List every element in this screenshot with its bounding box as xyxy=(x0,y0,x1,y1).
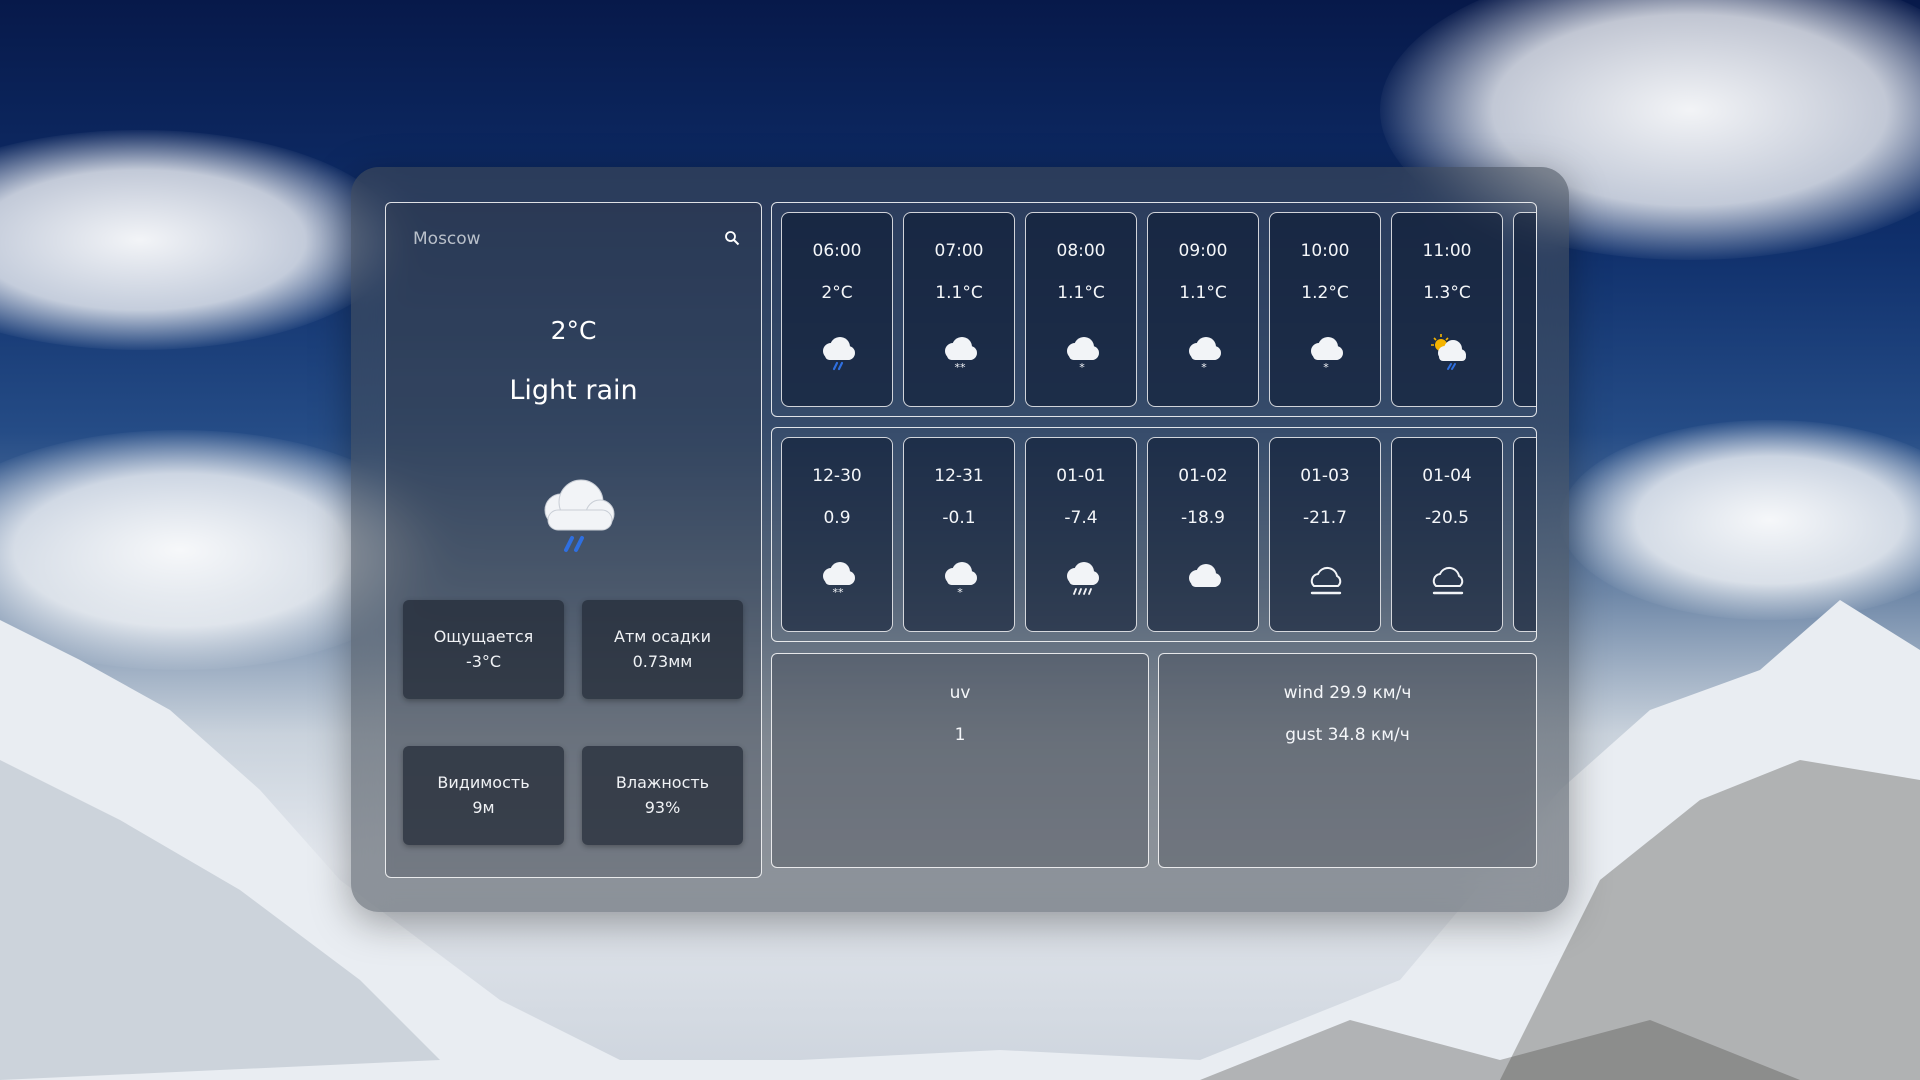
uv-label: uv xyxy=(949,683,971,703)
hour-time: 08:00 xyxy=(1056,241,1106,261)
wind-speed: wind 29.9 км/ч xyxy=(1283,683,1412,703)
daily-card[interactable]: 12-31 -0.1 * xyxy=(903,437,1015,632)
hour-time: 10:00 xyxy=(1300,241,1350,261)
stat-label: Влажность xyxy=(615,773,710,792)
day-date: 01-03 xyxy=(1300,466,1350,486)
cloud-light-snow-icon: * xyxy=(1189,337,1221,374)
hourly-forecast-strip[interactable]: 06:00 2°C 07:00 1.1°C ** 08:00 1.1°C * 0… xyxy=(771,202,1537,417)
hour-temp: 2°C xyxy=(821,283,853,303)
stat-label: Атм осадки xyxy=(614,627,711,646)
day-date: 12-30 xyxy=(812,466,862,486)
stat-value: 0.73мм xyxy=(632,652,693,671)
uv-value: 1 xyxy=(954,725,966,745)
feels-like-card: Ощущается -3°C xyxy=(403,600,564,699)
daily-card[interactable]: 01-04 -20.5 xyxy=(1391,437,1503,632)
hourly-card[interactable]: 10:00 1.2°C * xyxy=(1269,212,1381,407)
cloud-fog-icon xyxy=(1310,566,1342,595)
current-weather-column: 2°C Light rain Ощущается -3°C Атм осадки… xyxy=(385,202,762,878)
day-temp: -21.7 xyxy=(1303,508,1347,528)
cloud-rain-icon xyxy=(544,479,615,552)
day-temp: -7.4 xyxy=(1064,508,1098,528)
current-condition: Light rain xyxy=(509,375,638,406)
cloud-light-snow-icon: * xyxy=(1311,337,1343,374)
hourly-card[interactable]: 07:00 1.1°C ** xyxy=(903,212,1015,407)
hourly-card[interactable]: 06:00 2°C xyxy=(781,212,893,407)
day-temp: -0.1 xyxy=(942,508,976,528)
stat-value: 9м xyxy=(472,798,495,817)
visibility-card: Видимость 9м xyxy=(403,746,564,845)
svg-text:*: * xyxy=(957,586,963,599)
daily-card[interactable]: 12-30 0.9 ** xyxy=(781,437,893,632)
uv-card: uv 1 xyxy=(771,653,1149,868)
hourly-card[interactable]: 11:00 1.3°C xyxy=(1391,212,1503,407)
daily-card[interactable]: 01-01 -7.4 xyxy=(1025,437,1137,632)
cloud-rain-icon xyxy=(823,337,855,371)
day-date: 01-02 xyxy=(1178,466,1228,486)
wind-card: wind 29.9 км/ч gust 34.8 км/ч xyxy=(1158,653,1537,868)
cloud-snow-icon: ** xyxy=(823,562,855,599)
day-date: 01-01 xyxy=(1056,466,1106,486)
hour-temp: 1.1°C xyxy=(1057,283,1105,303)
stat-value: 93% xyxy=(644,798,681,817)
sun-cloud-rain-icon xyxy=(1431,334,1466,370)
daily-forecast-strip[interactable]: 12-30 0.9 ** 12-31 -0.1 * 01-01 -7.4 01-… xyxy=(771,427,1537,642)
hour-time: 11:00 xyxy=(1422,241,1472,261)
wind-gust: gust 34.8 км/ч xyxy=(1285,725,1410,745)
day-date: 12-31 xyxy=(934,466,984,486)
cloud-light-snow-icon: * xyxy=(945,562,977,599)
day-date: 01-04 xyxy=(1422,466,1472,486)
cloud-snow-icon: ** xyxy=(945,337,977,374)
svg-text:**: ** xyxy=(833,586,845,599)
cloud-light-snow-icon: * xyxy=(1067,337,1099,374)
hourly-card[interactable]: 08:00 1.1°C * xyxy=(1025,212,1137,407)
hourly-card-partial[interactable] xyxy=(1513,212,1536,407)
current-temperature: 2°C xyxy=(550,316,597,345)
search-bar xyxy=(398,219,750,259)
hour-temp: 1.1°C xyxy=(935,283,983,303)
cloud-fog-icon xyxy=(1432,566,1464,595)
hour-temp: 1.2°C xyxy=(1301,283,1349,303)
day-temp: 0.9 xyxy=(823,508,851,528)
day-temp: -18.9 xyxy=(1181,508,1225,528)
humidity-card: Влажность 93% xyxy=(582,746,743,845)
stat-label: Ощущается xyxy=(433,627,534,646)
svg-text:*: * xyxy=(1079,361,1085,374)
stat-value: -3°C xyxy=(465,652,502,671)
cloud-sleet-icon xyxy=(1067,562,1099,595)
hourly-card[interactable]: 09:00 1.1°C * xyxy=(1147,212,1259,407)
cloud-icon xyxy=(1189,564,1221,587)
hour-temp: 1.3°C xyxy=(1423,283,1471,303)
search-input[interactable] xyxy=(398,219,750,259)
hour-time: 06:00 xyxy=(812,241,862,261)
hour-time: 07:00 xyxy=(934,241,984,261)
search-icon[interactable] xyxy=(724,230,740,246)
daily-card-partial[interactable] xyxy=(1513,437,1536,632)
daily-card[interactable]: 01-02 -18.9 xyxy=(1147,437,1259,632)
svg-text:*: * xyxy=(1201,361,1207,374)
daily-card[interactable]: 01-03 -21.7 xyxy=(1269,437,1381,632)
svg-text:*: * xyxy=(1323,361,1329,374)
precipitation-card: Атм осадки 0.73мм xyxy=(582,600,743,699)
day-temp: -20.5 xyxy=(1425,508,1469,528)
hour-temp: 1.1°C xyxy=(1179,283,1227,303)
hour-time: 09:00 xyxy=(1178,241,1228,261)
svg-text:**: ** xyxy=(955,361,967,374)
stat-label: Видимость xyxy=(437,773,530,792)
